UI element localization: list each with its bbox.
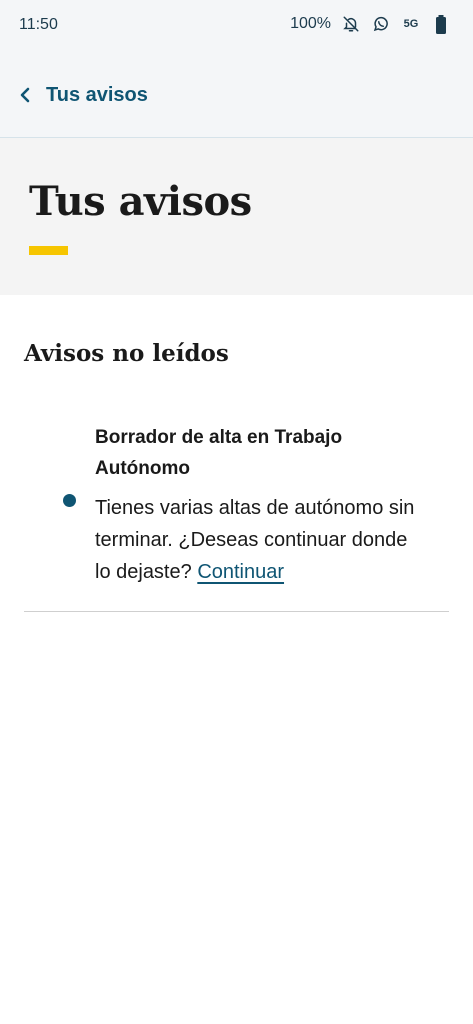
- page-header: Tus avisos: [0, 138, 473, 295]
- status-icons: 100% 5G: [290, 14, 451, 34]
- back-button-label: Tus avisos: [46, 83, 148, 106]
- back-button[interactable]: Tus avisos: [10, 78, 156, 112]
- page-title: Tus avisos: [29, 178, 252, 225]
- status-bar: 11:50 100% 5G: [0, 0, 473, 50]
- continue-link[interactable]: Continuar: [197, 561, 284, 583]
- notice-body: Tienes varias altas de autónomo sin term…: [95, 492, 415, 588]
- bell-off-icon: [341, 14, 361, 34]
- section-title-unread: Avisos no leídos: [24, 340, 229, 367]
- unread-indicator: [63, 494, 76, 507]
- battery-icon: [431, 14, 451, 34]
- battery-percent: 100%: [290, 15, 331, 32]
- chevron-left-icon: [18, 85, 32, 105]
- notice-item: Borrador de alta en Trabajo Autónomo Tie…: [24, 410, 449, 612]
- network-5g-icon: 5G: [403, 18, 419, 30]
- app-bar: Tus avisos: [0, 50, 473, 138]
- status-time: 11:50: [19, 16, 58, 33]
- title-accent-bar: [29, 246, 68, 255]
- whatsapp-icon: [371, 14, 391, 34]
- notice-title: Borrador de alta en Trabajo Autónomo: [95, 427, 343, 479]
